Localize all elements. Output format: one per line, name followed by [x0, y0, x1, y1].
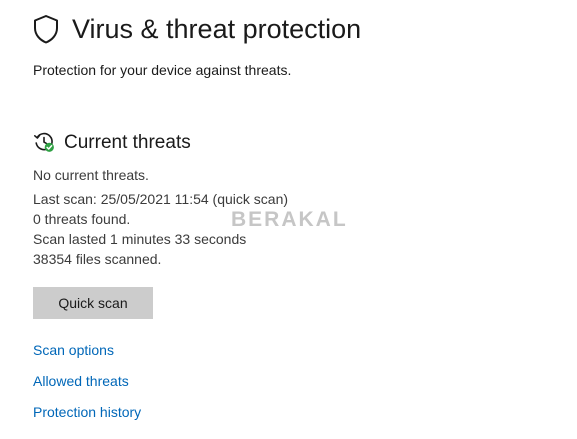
allowed-threats-link[interactable]: Allowed threats: [33, 372, 129, 390]
watermark: BERAKAL: [231, 208, 348, 231]
protection-history-link[interactable]: Protection history: [33, 403, 141, 421]
refresh-clock-check-icon: [34, 132, 54, 152]
page-subtitle: Protection for your device against threa…: [33, 62, 292, 78]
last-scan-text: Last scan: 25/05/2021 11:54 (quick scan): [33, 191, 289, 207]
page-title: Virus & threat protection: [72, 14, 362, 44]
shield-icon: [34, 15, 58, 44]
section-title-current-threats: Current threats: [64, 132, 191, 153]
files-scanned-text: 38354 files scanned.: [33, 251, 162, 267]
scan-options-link[interactable]: Scan options: [33, 341, 114, 359]
quick-scan-button[interactable]: Quick scan: [33, 287, 153, 319]
threat-status-text: No current threats.: [33, 167, 149, 183]
